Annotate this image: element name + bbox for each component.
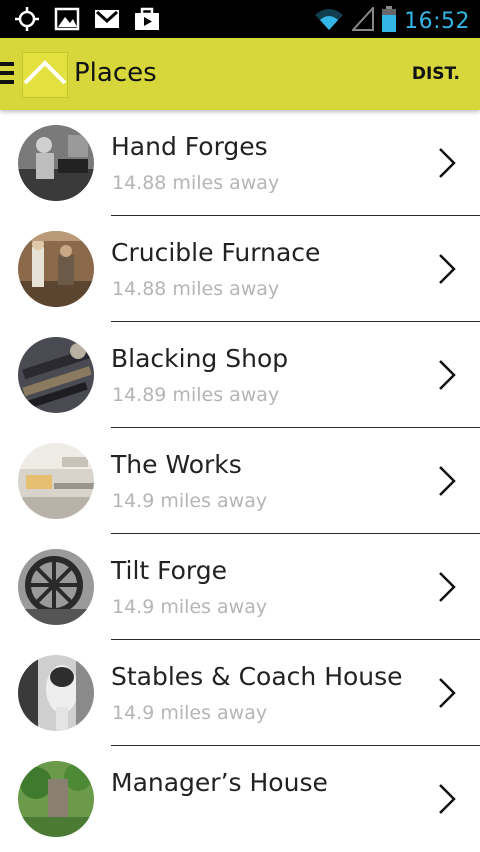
chevron-right-icon bbox=[436, 782, 458, 816]
place-thumbnail bbox=[18, 443, 94, 519]
place-thumbnail bbox=[18, 761, 94, 837]
app-logo[interactable] bbox=[22, 52, 68, 98]
status-time: 16:52 bbox=[404, 8, 470, 34]
chevron-right-icon bbox=[436, 464, 458, 498]
place-thumbnail bbox=[18, 125, 94, 201]
place-thumbnail bbox=[18, 337, 94, 413]
page-title: Places bbox=[74, 58, 157, 88]
gmail-icon bbox=[94, 6, 120, 32]
list-item[interactable]: Tilt Forge 14.9 miles away bbox=[0, 534, 480, 640]
chevron-right-icon bbox=[436, 570, 458, 604]
wifi-icon bbox=[314, 7, 344, 35]
chevron-right-icon bbox=[436, 146, 458, 180]
list-item[interactable]: Blacking Shop 14.89 miles away bbox=[0, 322, 480, 428]
signal-icon bbox=[350, 5, 375, 35]
place-name: Manager’s House bbox=[111, 768, 328, 797]
status-bar: 16:52 bbox=[0, 0, 480, 38]
gallery-icon bbox=[54, 6, 80, 32]
battery-icon bbox=[382, 6, 397, 36]
action-bar: Places DIST. bbox=[0, 38, 480, 110]
place-distance: 14.9 miles away bbox=[112, 596, 268, 618]
list-item[interactable]: The Works 14.9 miles away bbox=[0, 428, 480, 534]
chevron-right-icon bbox=[436, 358, 458, 392]
hamburger-menu-icon[interactable] bbox=[0, 62, 14, 86]
place-distance: 14.89 miles away bbox=[112, 384, 280, 406]
place-name: Tilt Forge bbox=[111, 556, 228, 585]
place-name: Stables & Coach House bbox=[111, 662, 403, 691]
place-distance: 14.88 miles away bbox=[112, 172, 280, 194]
place-name: The Works bbox=[111, 450, 242, 479]
list-item[interactable]: Stables & Coach House 14.9 miles away bbox=[0, 640, 480, 746]
list-item[interactable]: Crucible Furnace 14.88 miles away bbox=[0, 216, 480, 322]
list-item[interactable]: Hand Forges 14.88 miles away bbox=[0, 110, 480, 216]
place-name: Blacking Shop bbox=[111, 344, 289, 373]
list-item[interactable]: Manager’s House bbox=[0, 746, 480, 852]
place-thumbnail bbox=[18, 549, 94, 625]
chevron-right-icon bbox=[436, 252, 458, 286]
place-distance: 14.9 miles away bbox=[112, 702, 268, 724]
place-name: Crucible Furnace bbox=[111, 238, 321, 267]
place-thumbnail bbox=[18, 231, 94, 307]
place-name: Hand Forges bbox=[111, 132, 268, 161]
place-distance: 14.88 miles away bbox=[112, 278, 280, 300]
sort-by-distance-button[interactable]: DIST. bbox=[412, 64, 460, 84]
places-list: Hand Forges 14.88 miles away Crucible Fu… bbox=[0, 110, 480, 852]
briefcase-icon bbox=[134, 6, 160, 32]
chevron-right-icon bbox=[436, 676, 458, 710]
gps-icon bbox=[14, 6, 40, 32]
place-distance: 14.9 miles away bbox=[112, 490, 268, 512]
place-thumbnail bbox=[18, 655, 94, 731]
